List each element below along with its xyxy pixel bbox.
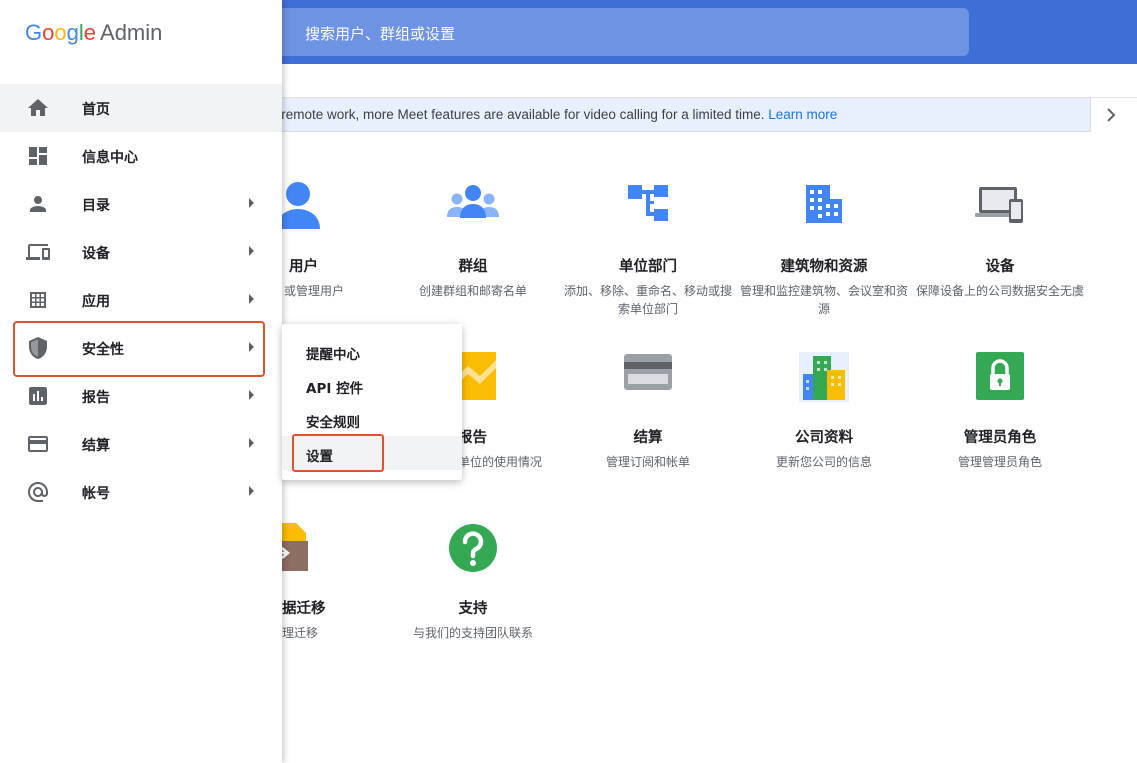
learn-more-link[interactable]: Learn more [768,107,837,122]
card-org-units[interactable]: 单位部门 添加、移除、重命名、移动或搜索单位部门 [560,181,736,318]
sidebar-item-billing[interactable]: 结算 [0,420,282,468]
caret-right-icon [249,486,254,496]
at-sign-icon [28,482,48,502]
home-icon [28,99,48,116]
chevron-right-icon [1107,108,1116,122]
sidebar-item-directory[interactable]: 目录 [0,180,282,228]
help-icon [449,524,497,572]
sidebar-item-label: 设备 [82,246,110,262]
sidebar-item-label: 首页 [82,102,110,118]
submenu-item-label: 提醒中心 [306,347,360,363]
caret-right-icon [249,390,254,400]
card-groups[interactable]: 群组 创建群组和邮寄名单 [385,181,561,300]
card-desc: 管理订阅和帐单 [605,455,690,469]
card-company-profile[interactable]: 公司资料 更新您公司的信息 [736,352,912,471]
card-desc: 创建群组和邮寄名单 [418,284,527,298]
card-desc: 保障设备上的公司数据安全无虞 [916,284,1085,298]
search-placeholder: 搜索用户、群组或设置 [305,25,456,43]
submenu-item-alert-center[interactable]: 提醒中心 [282,334,462,368]
admin-wordmark: Admin [100,20,163,45]
sidebar-item-label: 应用 [82,294,110,310]
sidebar-item-apps[interactable]: 应用 [0,276,282,324]
sidebar-item-label: 帐号 [82,486,110,502]
sidebar-item-label: 信息中心 [82,150,138,166]
sidebar-item-dashboard[interactable]: 信息中心 [0,132,282,180]
google-admin-logo[interactable]: Google Admin [25,20,162,46]
billing-card-icon [624,354,672,390]
sidebar-item-account[interactable]: 帐号 [0,468,282,516]
card-desc: 更新您公司的信息 [775,455,872,469]
card-title: 支持 [458,601,488,617]
sidebar-item-label: 结算 [82,438,110,454]
dashboard-icon [29,147,47,165]
submenu-item-label: 安全规则 [306,415,360,431]
card-title: 单位部门 [619,259,677,275]
sidebar-item-home[interactable]: 首页 [0,84,282,132]
credit-card-icon [28,436,48,452]
submenu-item-security-rules[interactable]: 安全规则 [282,402,462,436]
card-buildings[interactable]: 建筑物和资源 管理和监控建筑物、会议室和资源 [736,181,912,318]
google-wordmark: Google [25,20,97,45]
banner-message: g remote work, more Meet features are av… [270,107,765,122]
groups-icon [447,185,499,218]
search-box[interactable]: 搜索用户、群组或设置 [262,8,969,56]
person-icon [30,196,46,212]
sidebar-item-label: 目录 [82,198,110,214]
card-desc: 管理管理员角色 [957,455,1042,469]
bar-chart-icon [29,387,47,405]
caret-right-icon [249,438,254,448]
card-title: 结算 [633,430,663,446]
submenu-item-label: API 控件 [306,381,364,397]
banner-text: g remote work, more Meet features are av… [270,107,837,122]
sidebar-item-devices[interactable]: 设备 [0,228,282,276]
company-buildings-icon [799,352,849,402]
lock-icon [976,352,1024,400]
security-highlight-box [13,321,265,377]
card-desc: 添加、移除、重命名、移动或搜索单位部门 [564,284,733,316]
devices-icon [26,244,50,260]
banner-next-button[interactable] [1090,98,1137,132]
nav-list: 首页 信息中心 目录 设备 应用 安全性 报告 结算 帐号 [0,84,282,516]
org-tree-icon [628,185,668,221]
card-billing[interactable]: 结算 管理订阅和帐单 [560,352,736,471]
sidebar-item-reports[interactable]: 报告 [0,372,282,420]
card-title: 群组 [458,259,488,275]
card-desc: 与我们的支持团队联系 [412,626,533,640]
caret-right-icon [249,294,254,304]
caret-right-icon [249,198,254,208]
apps-grid-icon [30,292,46,308]
card-title: 建筑物和资源 [780,259,868,275]
card-title: 管理员角色 [963,430,1037,446]
settings-highlight-box [292,434,384,472]
card-admin-roles[interactable]: 管理员角色 管理管理员角色 [912,352,1088,471]
navigation-drawer: Google Admin 首页 信息中心 目录 设备 应用 安全性 报告 结算 … [0,0,282,763]
laptop-phone-icon [975,187,1023,223]
sidebar-item-label: 报告 [82,390,110,406]
caret-right-icon [249,246,254,256]
card-title: 公司资料 [795,430,853,446]
card-desc: 管理和监控建筑物、会议室和资源 [740,284,909,316]
card-devices[interactable]: 设备 保障设备上的公司数据安全无虞 [912,181,1088,300]
card-support[interactable]: 支持 与我们的支持团队联系 [385,523,561,642]
card-title: 设备 [985,259,1015,275]
submenu-item-api-controls[interactable]: API 控件 [282,368,462,402]
building-icon [806,185,842,223]
